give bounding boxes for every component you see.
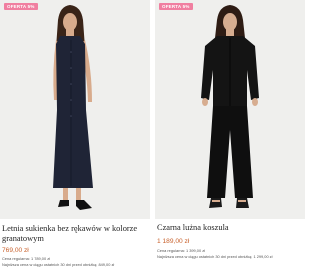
product-price: 769,00 zł <box>2 247 29 254</box>
regular-price-note: Cena regularna: 1 399,00 zł <box>157 248 206 253</box>
product-price: 1 189,00 zł <box>157 238 190 245</box>
product-image-navy-dress[interactable]: OFERTA 5% <box>0 0 150 219</box>
model-navy-dress-illustration <box>53 5 93 210</box>
lowest-price-note: Najniższa cena w ciągu ostatnich 30 dni … <box>157 254 273 259</box>
product-name[interactable]: Letnia sukienka bez rękawów w kolorze gr… <box>2 224 142 243</box>
lowest-price-note: Najniższa cena w ciągu ostatnich 30 dni … <box>2 262 115 267</box>
product-card-black-shirt[interactable]: OFERTA 5% Czarna lużna koszula 1 189,00 … <box>155 0 305 259</box>
discount-badge: OFERTA 5% <box>159 3 193 10</box>
product-image-black-shirt[interactable]: OFERTA 5% <box>155 0 305 219</box>
regular-price-note: Cena regularna: 1 789,00 zł <box>2 256 51 261</box>
discount-badge: OFERTA 5% <box>4 3 38 10</box>
model-black-shirt-illustration <box>201 5 259 208</box>
product-card-navy-dress[interactable]: OFERTA 5% Letnia sukienka bez rękawów w … <box>0 0 150 267</box>
product-name[interactable]: Czarna lużna koszula <box>157 223 297 233</box>
